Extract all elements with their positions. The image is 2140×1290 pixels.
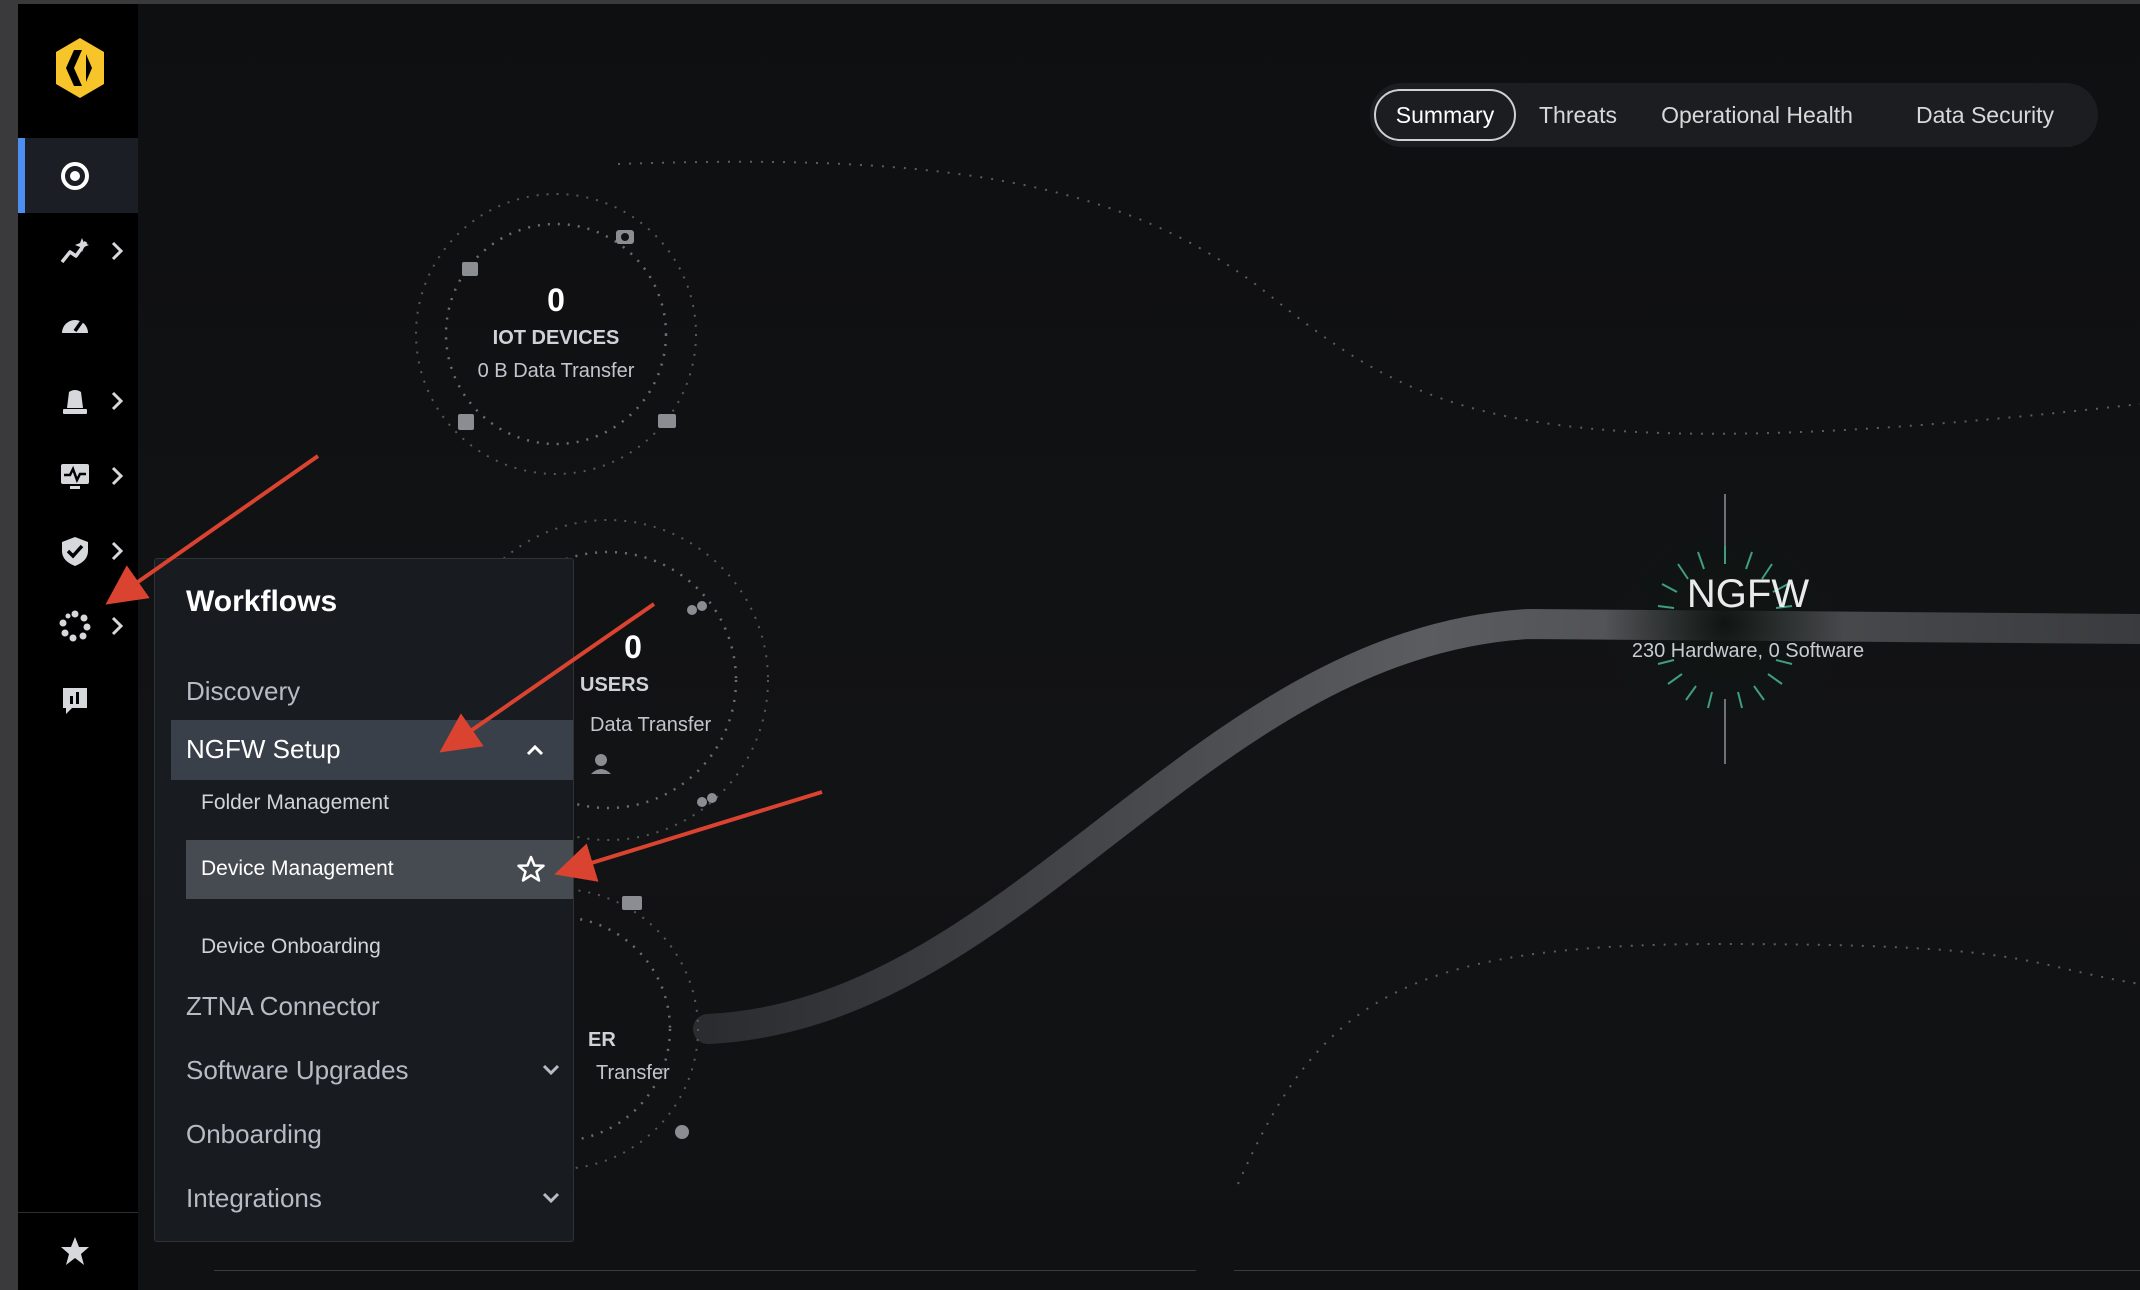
location-icon (675, 1125, 689, 1139)
chevron-down-icon[interactable] (539, 1057, 563, 1081)
menu-item-device-onboarding[interactable]: Device Onboarding (201, 935, 381, 959)
sidebar-item-activity[interactable] (18, 288, 138, 363)
bottom-divider-left (214, 1270, 1196, 1271)
user-icon (595, 754, 607, 766)
sidebar (18, 4, 138, 1290)
chevron-right-icon (111, 466, 124, 486)
sidebar-item-insights[interactable] (18, 213, 138, 288)
user-group-icon (687, 605, 697, 615)
device-icon (658, 414, 676, 428)
monitor-pulse-icon (61, 464, 89, 489)
chevron-up-icon (526, 744, 544, 756)
flow-main (693, 608, 2140, 1044)
menu-item-folder-management[interactable]: Folder Management (201, 791, 389, 815)
view-tabs: Summary Threats Operational Health Data … (1370, 83, 2098, 147)
ngfw-subtitle: 230 Hardware, 0 Software (1631, 640, 1865, 662)
workflows-flyout: Workflows Discovery NGFW Setup Folder Ma… (154, 558, 574, 1242)
dashboard-target-icon (61, 162, 89, 190)
server-icon (622, 896, 642, 910)
sidebar-item-security[interactable] (18, 513, 138, 588)
sidebar-item-monitor[interactable] (18, 438, 138, 513)
menu-item-ztna-connector[interactable]: ZTNA Connector (186, 991, 380, 1022)
users-node[interactable]: 0 USERS (558, 629, 708, 697)
insights-icon (60, 238, 89, 264)
iot-data-transfer: 0 B Data Transfer (477, 360, 635, 382)
chevron-down-icon[interactable] (539, 1185, 563, 1209)
menu-group-ngfw-setup[interactable]: NGFW Setup (171, 720, 573, 780)
speedometer-icon (62, 319, 88, 333)
sidebar-item-dashboard[interactable] (18, 138, 138, 213)
users-label: USERS (580, 674, 649, 696)
chevron-right-icon (111, 241, 124, 261)
sidebar-divider (18, 1212, 138, 1213)
sidebar-item-workflows[interactable] (18, 588, 138, 663)
tab-threats[interactable]: Threats (1520, 89, 1636, 141)
app-window: 0 IOT DEVICES 0 B Data Transfer 0 USERS … (18, 4, 2140, 1290)
iot-label: IOT DEVICES (492, 327, 620, 349)
chevron-right-icon (111, 616, 124, 636)
menu-item-software-upgrades[interactable]: Software Upgrades (186, 1055, 409, 1086)
bottom-divider-right (1234, 1270, 2140, 1271)
menu-item-integrations[interactable]: Integrations (186, 1183, 322, 1214)
users-data-transfer: Data Transfer (590, 714, 712, 736)
alarm-bell-icon (63, 390, 87, 414)
user-group-icon-2 (697, 797, 707, 807)
tab-data-security[interactable]: Data Security (1880, 89, 2090, 141)
sidebar-item-reports[interactable] (18, 663, 138, 738)
logo-icon[interactable] (52, 36, 108, 100)
iot-node[interactable]: 0 IOT DEVICES 0 B Data Transfer (438, 282, 674, 383)
printer-icon (462, 262, 478, 276)
sidebar-item-incidents[interactable] (18, 363, 138, 438)
tab-operational-health[interactable]: Operational Health (1640, 89, 1874, 141)
workflows-dots-icon (59, 610, 91, 642)
menu-item-device-management[interactable]: Device Management (186, 840, 573, 899)
flow-curve-bottom (1237, 942, 2140, 1185)
third-data-transfer: Transfer (596, 1062, 670, 1084)
favorite-star-icon[interactable] (516, 854, 546, 884)
reports-chart-icon (63, 688, 87, 714)
third-node-label: ER (588, 1029, 616, 1051)
flyout-title: Workflows (186, 585, 338, 618)
menu-group-label: NGFW Setup (186, 734, 341, 764)
iot-count: 0 (547, 282, 565, 318)
sensor-icon (458, 414, 474, 430)
menu-item-onboarding[interactable]: Onboarding (186, 1119, 322, 1150)
flow-curve-top (617, 160, 2140, 435)
star-icon[interactable] (58, 1234, 92, 1268)
ngfw-title[interactable]: NGFW (1598, 572, 1898, 617)
chevron-right-icon (111, 541, 124, 561)
users-count: 0 (624, 629, 642, 665)
shield-check-icon (62, 537, 88, 566)
menu-item-discovery[interactable]: Discovery (186, 676, 300, 707)
tab-summary[interactable]: Summary (1374, 89, 1516, 141)
menu-item-label: Device Management (201, 857, 394, 880)
chevron-right-icon (111, 391, 124, 411)
